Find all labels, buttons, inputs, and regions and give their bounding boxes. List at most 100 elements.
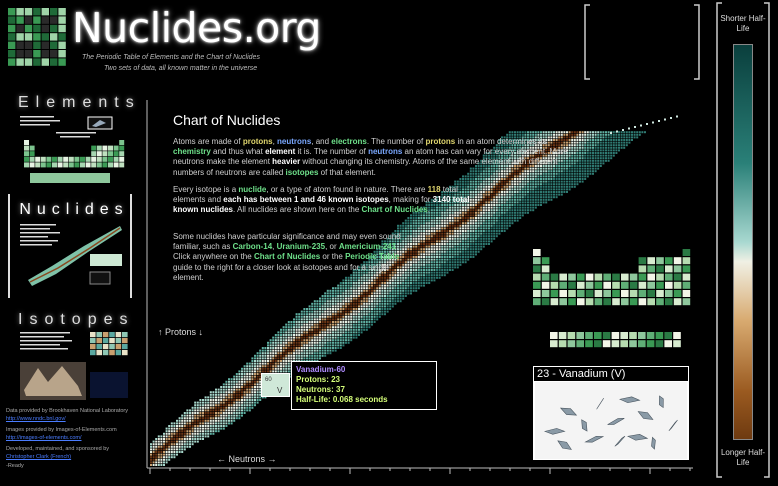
- intro-text-segment[interactable]: Carbon-14: [233, 242, 273, 251]
- nuclide-cell: [425, 261, 428, 264]
- nuclide-cell: [475, 248, 477, 251]
- nuclide-cell: [443, 245, 446, 248]
- nuclide-cell: [545, 131, 548, 134]
- nuclide-cell: [181, 419, 184, 422]
- nuclide-cell: [243, 404, 246, 407]
- intro-text-segment[interactable]: nuclide: [238, 185, 266, 194]
- nuclide-cell: [482, 245, 485, 248]
- nuclide-cell: [415, 256, 418, 258]
- nuclide-cell: [324, 305, 327, 308]
- hovered-nuclide-cell[interactable]: 60 V: [261, 373, 290, 397]
- nuclide-cell: [308, 313, 311, 316]
- nuclide-cell: [420, 250, 423, 253]
- intro-text-segment[interactable]: neutrons: [277, 137, 311, 146]
- intro-text-segment[interactable]: Americium-241: [339, 242, 396, 251]
- periodic-table-element-cell: [655, 332, 664, 339]
- nuclide-cell: [209, 427, 212, 430]
- nuclide-cell: [412, 282, 415, 284]
- nuclide-cell: [256, 362, 259, 365]
- nuclide-cell: [386, 297, 389, 300]
- nuclide-cell: [433, 243, 436, 245]
- nuclide-cell: [521, 206, 524, 209]
- nuclide-cell: [215, 412, 217, 414]
- nuclide-cell: [306, 347, 308, 349]
- nuclide-cell: [511, 185, 514, 188]
- nuclide-cell: [430, 217, 433, 219]
- nuclide-cell: [443, 266, 446, 269]
- intro-text-segment[interactable]: each has between 1 and 46 known isotopes: [223, 195, 388, 204]
- nuclide-cell: [389, 292, 392, 295]
- nuclide-cell: [459, 227, 462, 230]
- periodic-table-guide[interactable]: [532, 248, 692, 354]
- intro-text-segment[interactable]: Periodic Table: [345, 252, 399, 261]
- nuclide-cell: [420, 248, 423, 251]
- nuclide-cell: [441, 232, 444, 235]
- nuclide-cell: [233, 375, 236, 378]
- nuclide-cell: [342, 318, 345, 321]
- nuclide-cell: [287, 347, 290, 349]
- nuclide-cell: [363, 323, 366, 326]
- intro-text-segment[interactable]: neutrons: [368, 147, 402, 156]
- intro-text-segment[interactable]: heavier: [272, 157, 300, 166]
- nuclide-cell: [298, 334, 301, 336]
- nuclide-cell: [584, 154, 587, 157]
- nuclide-cell: [256, 354, 259, 357]
- element-card[interactable]: 23 - Vanadium (V): [533, 366, 689, 460]
- intro-text-segment[interactable]: isotopes: [286, 168, 319, 177]
- nuclide-cell: [202, 399, 204, 401]
- nuclide-cell: [415, 271, 418, 274]
- nuclide-cell: [347, 326, 350, 329]
- intro-text-segment[interactable]: protons: [425, 137, 455, 146]
- nuclide-cell: [241, 370, 243, 373]
- nuclide-cell: [163, 451, 165, 453]
- nuclide-cell: [254, 373, 256, 375]
- nuclide-cell: [514, 188, 516, 191]
- nuclide-cell: [246, 380, 249, 383]
- nuclide-cell: [524, 133, 527, 136]
- nuclide-cell: [313, 308, 316, 310]
- nuclide-cell: [506, 133, 509, 136]
- nuclide-cell: [334, 336, 337, 339]
- intro-text-segment[interactable]: Uranium-235: [277, 242, 325, 251]
- nuclide-cell: [217, 406, 220, 409]
- nuclide-cell: [303, 352, 306, 355]
- intro-text-segment[interactable]: protons: [243, 137, 273, 146]
- nuclide-cell: [430, 243, 433, 245]
- nuclide-cell: [620, 131, 623, 134]
- nuclide-cell: [571, 139, 574, 141]
- nuclide-cell: [438, 276, 441, 279]
- intro-text-segment[interactable]: element: [265, 147, 295, 156]
- nuclide-cell: [449, 258, 451, 261]
- nuclide-cell: [150, 445, 152, 448]
- nuclide-cell: [337, 308, 340, 310]
- nuclide-cell: [579, 175, 581, 178]
- periodic-table-element-cell: [673, 340, 681, 348]
- nuclide-cell: [165, 461, 168, 464]
- intro-text-segment[interactable]: electrons: [331, 137, 367, 146]
- nuclide-cell: [477, 180, 480, 183]
- nuclide-cell: [217, 399, 220, 401]
- periodic-table-element-cell: [656, 273, 664, 281]
- intro-text-segment[interactable]: 118: [428, 185, 441, 194]
- nuclide-cell: [571, 136, 574, 139]
- nuclide-cell: [594, 165, 597, 167]
- nuclide-cell: [495, 214, 498, 217]
- nuclide-cell: [363, 308, 366, 310]
- nuclide-cell: [454, 222, 457, 225]
- nuclide-cell: [332, 334, 334, 336]
- nuclide-cell: [352, 284, 355, 287]
- nuclide-cell: [407, 237, 410, 240]
- nuclide-cell: [464, 248, 467, 251]
- intro-text-segment[interactable]: chemistry: [173, 147, 211, 156]
- nuclide-cell: [365, 308, 368, 310]
- nuclide-cell: [381, 292, 384, 295]
- intro-text-segment[interactable]: Chart of Nuclides: [254, 252, 320, 261]
- nuclide-cell: [456, 263, 459, 266]
- nuclide-cell: [488, 217, 490, 219]
- nuclide-cell: [360, 326, 363, 329]
- nuclide-cell: [228, 393, 230, 396]
- nuclide-cell: [451, 219, 454, 222]
- intro-text-segment[interactable]: Chart of Nuclides: [362, 205, 428, 214]
- nuclide-cell: [493, 235, 496, 238]
- nuclide-cell: [511, 178, 514, 180]
